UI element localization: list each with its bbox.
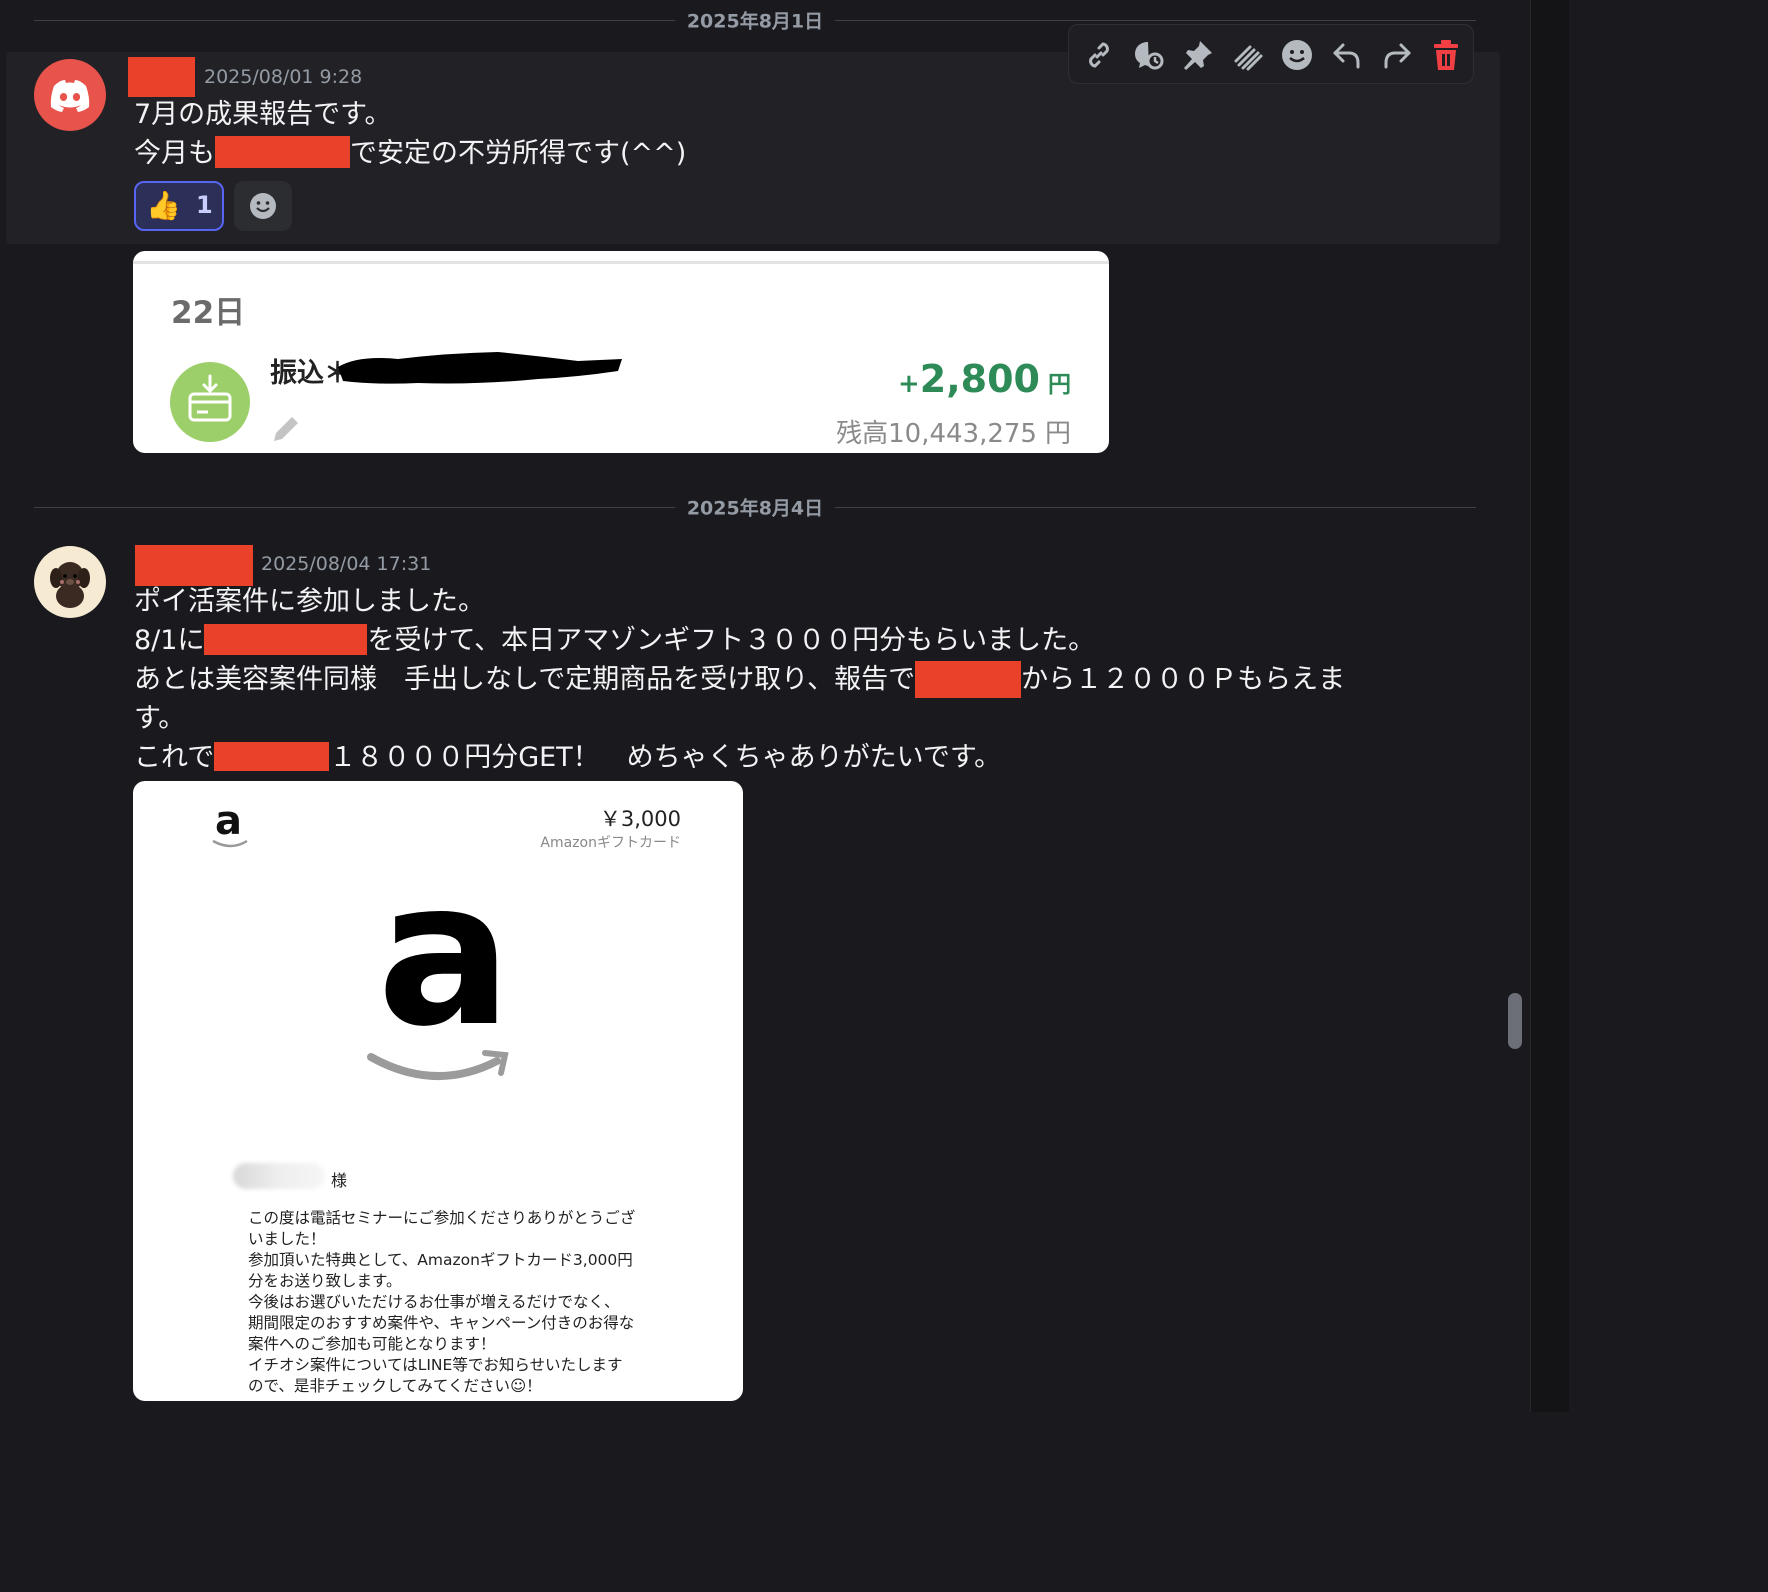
balance-label: 残高 (836, 419, 889, 449)
body-line: 期間限定のおすすめ案件や、キャンペーン付きのお得な (248, 1314, 635, 1332)
message-timestamp: 2025/08/04 17:31 (261, 553, 432, 575)
message-action-toolbar (1068, 24, 1474, 84)
message-text: あとは美容案件同様 手出しなしで定期商品を受け取り、報告で (134, 664, 916, 695)
reaction-count: 1 (196, 191, 213, 219)
date-divider: 2025年8月4日 (34, 493, 1476, 521)
message-line: これで １８０００円分GET！ めちゃくちゃありがたいです。 (134, 738, 1001, 777)
message-text: 今月も (134, 138, 215, 169)
message-text: これで (134, 742, 215, 773)
top-rule (133, 261, 1109, 264)
emoji-icon (250, 193, 276, 219)
blurred-recipient-name (233, 1163, 325, 1189)
redaction-block (214, 742, 330, 771)
edit-pencil-icon[interactable] (270, 411, 304, 445)
redaction-block (915, 661, 1022, 698)
message-text: １８０００円分GET！ めちゃくちゃありがたいです。 (329, 742, 1002, 773)
discord-logo-icon (50, 80, 90, 112)
redacted-username (135, 545, 253, 586)
message-line: 7月の成果報告です。 (134, 99, 392, 130)
amazon-big-logo: a (367, 845, 523, 1091)
thread-icon[interactable] (1130, 37, 1166, 73)
body-line: イチオシ案件についてはLINE等でお知らせいたします (248, 1356, 623, 1374)
body-line: 案件へのご参加も可能となります！ (248, 1335, 496, 1353)
redaction-block (204, 624, 368, 655)
body-line: ので、是非チェックしてみてください☺！ (248, 1377, 542, 1395)
dog-avatar-icon (50, 562, 90, 608)
date-divider-label: 2025年8月4日 (674, 493, 836, 521)
message-text: から１２０００Ｐもらえま (1021, 664, 1346, 695)
body-line: 今後はお選びいただけるお仕事が増えるだけでなく、 (248, 1293, 620, 1311)
amazon-big-smile-icon (367, 1050, 509, 1080)
avatar[interactable] (34, 59, 106, 131)
pin-icon[interactable] (1180, 37, 1216, 73)
amazon-gift-card-attachment[interactable]: a ￥3,000 Amazonギフトカード a 様 この度は電話セミナーにご参加… (133, 781, 743, 1401)
blackout-redaction (338, 352, 622, 384)
reply-icon[interactable] (1329, 37, 1365, 73)
gift-card-type: Amazonギフトカード (540, 835, 681, 851)
amount-unit: 円 (1048, 372, 1071, 398)
message-line: 8/1に を受けて、本日アマゾンギフト３０００円分もらいました。 (134, 621, 1095, 660)
scrollbar-thumb[interactable] (1508, 993, 1522, 1049)
credit-amount: +2,800 円 (898, 357, 1071, 401)
gift-price: ￥3,000 (599, 807, 681, 831)
message-line: す。 (134, 703, 186, 734)
forum-icon[interactable] (1230, 37, 1266, 73)
deposit-icon (170, 362, 250, 442)
amount-sign: + (898, 369, 920, 399)
gift-message-body: この度は電話セミナーにご参加くださりありがとうござ いました！ 参加頂いた特典と… (248, 1208, 635, 1397)
message-line: ポイ活案件に参加しました。 (134, 586, 485, 617)
avatar[interactable] (34, 546, 106, 618)
amazon-small-logo: a (211, 799, 251, 851)
link-icon[interactable] (1081, 37, 1117, 73)
thumbs-up-icon: 👍 (146, 189, 181, 222)
bank-statement-attachment[interactable]: 22日 振込＊ +2,800 円 残高10,443,275 円 (133, 251, 1109, 453)
redaction-block (215, 136, 350, 168)
body-line: いました！ (248, 1230, 326, 1248)
forward-icon[interactable] (1379, 37, 1415, 73)
trash-icon[interactable] (1428, 37, 1464, 73)
balance-unit: 円 (1044, 419, 1071, 449)
message-line: あとは美容案件同様 手出しなしで定期商品を受け取り、報告で から１２０００Ｐもらえ… (134, 660, 1345, 699)
side-panel-edge (1530, 0, 1569, 1412)
message-line: 今月も で安定の不労所得です(^^) (134, 134, 686, 173)
emoji-icon[interactable] (1279, 37, 1315, 73)
recipient-suffix: 様 (331, 1171, 348, 1190)
date-divider: 2025年8月1日 (34, 6, 1476, 34)
message-text: で安定の不労所得です(^^) (350, 138, 687, 169)
body-line: この度は電話セミナーにご参加くださりありがとうござ (248, 1209, 636, 1227)
body-line: 参加頂いた特典として、Amazonギフトカード3,000円 (248, 1251, 633, 1269)
balance-value: 10,443,275 (888, 419, 1037, 449)
amount-value: 2,800 (919, 357, 1040, 401)
redacted-username (128, 57, 195, 97)
message-text: 8/1に (134, 625, 205, 656)
message-text: を受けて、本日アマゾンギフト３０００円分もらいました。 (367, 625, 1096, 656)
add-reaction-button[interactable] (234, 181, 292, 231)
amazon-smile-icon (212, 839, 248, 848)
amazon-big-logo-letter: a (377, 838, 512, 1071)
body-line: 分をお送り致します。 (248, 1272, 402, 1290)
date-divider-label: 2025年8月1日 (674, 6, 836, 34)
balance: 残高10,443,275 円 (836, 413, 1071, 450)
message-timestamp: 2025/08/01 9:28 (204, 66, 363, 88)
reaction-thumbs-up[interactable]: 👍 1 (134, 181, 224, 231)
transaction-day: 22日 (171, 295, 246, 331)
